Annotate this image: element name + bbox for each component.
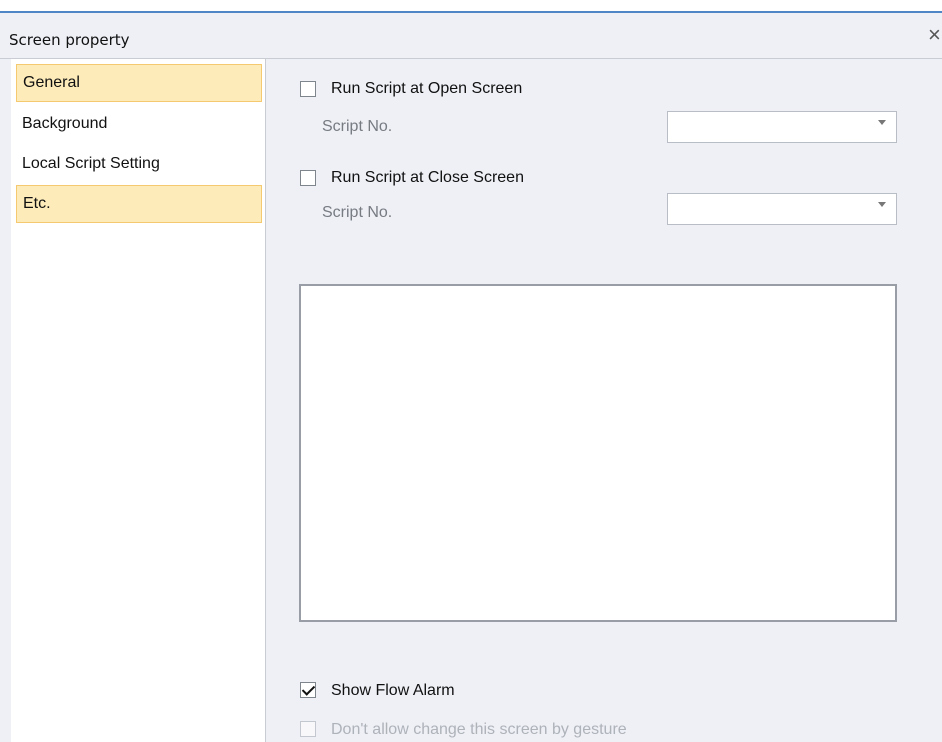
close-script-number-label: Script No. [322,204,393,221]
chevron-down-icon [878,120,886,125]
screen-preview-area[interactable] [299,284,897,622]
sidebar-item-background[interactable]: Background [16,106,262,144]
property-sidebar: General Background Local Script Setting … [11,59,266,742]
run-script-open-label: Run Script at Open Screen [331,80,523,97]
window-title: Screen property [9,31,130,49]
sidebar-item-etc[interactable]: Etc. [16,185,262,223]
open-script-number-label: Script No. [322,118,393,135]
close-icon[interactable]: × [928,24,941,46]
sidebar-item-label-background: Background [22,115,108,132]
show-flow-alarm-label: Show Flow Alarm [331,682,455,699]
close-script-number-select[interactable] [667,193,897,225]
title-bar: Screen property × [0,13,942,59]
show-flow-alarm-checkbox[interactable] [300,682,316,698]
sidebar-item-general[interactable]: General [16,64,262,102]
disallow-gesture-change-checkbox [300,721,316,737]
screen-property-window: Screen property × General Background Loc… [0,0,942,742]
run-script-open-checkbox[interactable] [300,81,316,97]
sidebar-item-label-general: General [23,74,80,91]
run-script-close-checkbox[interactable] [300,170,316,186]
run-script-close-label: Run Script at Close Screen [331,169,524,186]
chevron-down-icon [878,202,886,207]
sidebar-item-label-local-script-setting: Local Script Setting [22,155,160,172]
sidebar-item-local-script-setting[interactable]: Local Script Setting [16,146,262,184]
open-script-number-select[interactable] [667,111,897,143]
window-top-accent [0,0,942,13]
disallow-gesture-change-label: Don't allow change this screen by gestur… [331,721,627,738]
sidebar-item-label-etc: Etc. [23,195,51,212]
